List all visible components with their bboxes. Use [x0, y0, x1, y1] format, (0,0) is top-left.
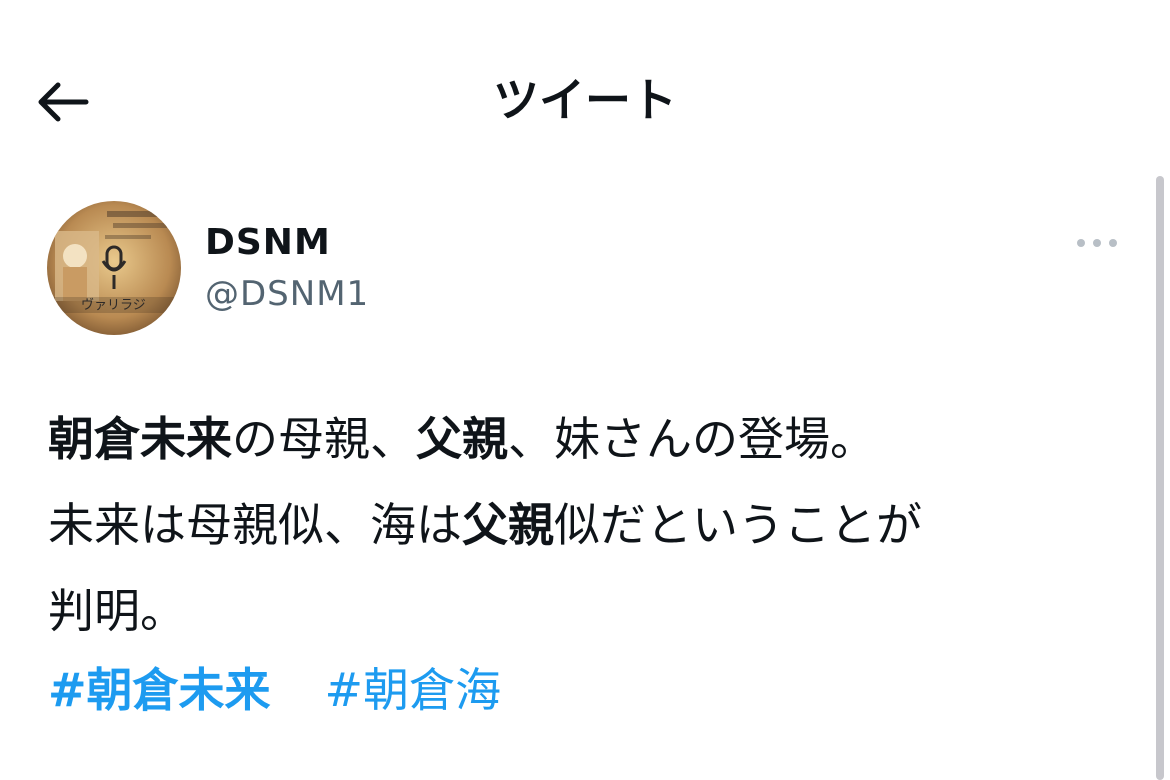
page-title: ツイート: [493, 73, 677, 127]
tweet-text-segment: 、妹さんの登場。: [508, 412, 876, 466]
tweet-line: 未来は母親似、海は父親似だということが: [48, 482, 1128, 568]
tweet-line: 判明。: [48, 568, 1128, 654]
scrollbar[interactable]: [1156, 176, 1164, 780]
author-handle[interactable]: @DSNM1: [205, 272, 369, 316]
tweet-text: 朝倉未来の母親、父親、妹さんの登場。 未来は母親似、海は父親似だということが 判…: [48, 396, 1128, 654]
tweet-text-segment: 未来は母親似、海は: [48, 498, 462, 552]
tweet-text-segment: 似だということが: [554, 498, 922, 552]
ellipsis-icon: [1077, 239, 1117, 247]
tweet-text-segment: 父親: [462, 498, 554, 552]
tweet-text-segment: 朝倉未来: [48, 412, 232, 466]
tweet-text-segment: の母親、: [232, 412, 416, 466]
more-options-button[interactable]: [1070, 228, 1124, 258]
tweet-line: 朝倉未来の母親、父親、妹さんの登場。: [48, 396, 1128, 482]
avatar-logo-text: ヴァリラジ: [81, 297, 146, 313]
author-display-name[interactable]: DSNM: [205, 220, 331, 266]
hashtag-link[interactable]: #朝倉未来: [48, 663, 271, 717]
tweet-header: ツイート: [0, 0, 1170, 190]
tweet-text-segment: 判明。: [48, 584, 186, 638]
hashtags: #朝倉未来 #朝倉海: [48, 658, 501, 722]
hashtag-link[interactable]: #朝倉海: [325, 663, 502, 717]
avatar[interactable]: ヴァリラジ: [47, 201, 181, 335]
tweet-text-segment: 父親: [416, 412, 508, 466]
